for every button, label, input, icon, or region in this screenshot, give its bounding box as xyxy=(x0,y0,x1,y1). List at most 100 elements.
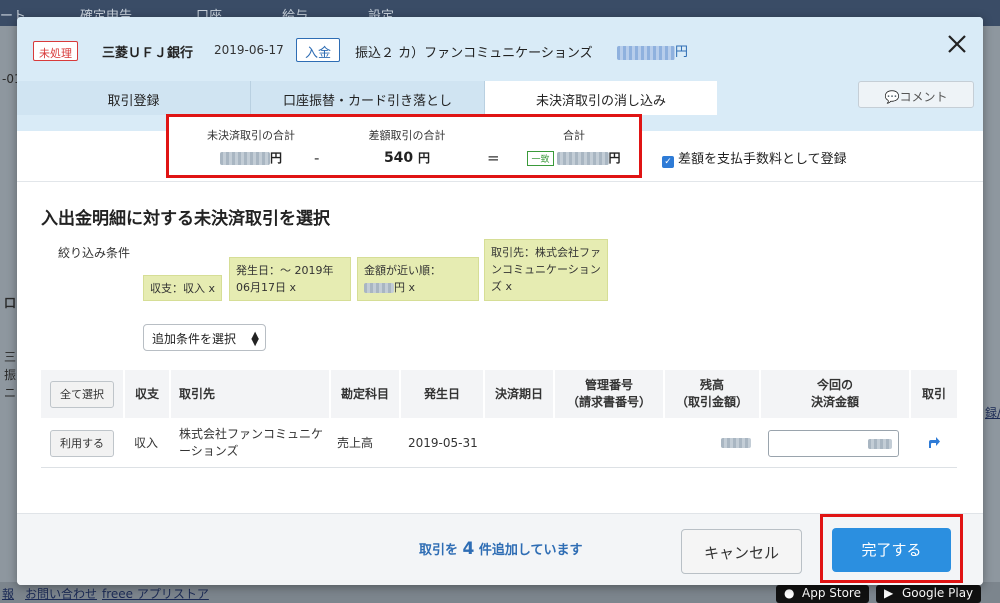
diff-total: 差額取引の合計 540 円 xyxy=(347,127,467,166)
done-highlight: 完了する xyxy=(820,514,963,583)
unsettled-total-value: 円 xyxy=(191,149,311,166)
bg-text: 口 xyxy=(4,296,17,310)
diff-total-value: 540 円 xyxy=(347,149,467,166)
deposit-badge: 入金 xyxy=(296,38,341,62)
footer-link-appstore[interactable]: freee アプリストア xyxy=(102,585,209,602)
add-condition-label: 追加条件を選択 xyxy=(152,332,237,346)
app-store-badge[interactable]: ● App Store xyxy=(776,585,869,603)
filter-chip-amount-value: 円 x xyxy=(364,279,472,296)
play-icon: ▶ xyxy=(884,586,894,600)
comment-label: コメント xyxy=(899,90,948,104)
tab-reconcile[interactable]: 未決済取引の消し込み xyxy=(485,81,717,115)
unsettled-total-label: 未決済取引の合計 xyxy=(207,129,295,142)
cancel-button[interactable]: キャンセル xyxy=(681,529,802,574)
fee-checkbox-label: 差額を支払手数料として登録 xyxy=(678,152,847,167)
cell-partner: 株式会社ファンコミュニケーションズ xyxy=(179,427,324,458)
footer-link-contact[interactable]: お問い合わせ xyxy=(25,585,97,602)
sort-arrows-icon-down: ▼ xyxy=(251,337,259,348)
done-button[interactable]: 完了する xyxy=(832,528,951,572)
diff-total-label: 差額取引の合計 xyxy=(368,129,446,142)
filter-chip-amount-label: 金額が近い順： xyxy=(364,264,441,277)
redacted-amount xyxy=(219,151,270,165)
amount-unit: 円 xyxy=(675,45,689,60)
cell-balance xyxy=(721,418,751,468)
fee-checkbox[interactable]: ✓ 差額を支払手数料として登録 xyxy=(662,148,847,168)
cell-payment xyxy=(768,418,899,468)
bg-text: 振 xyxy=(4,368,17,382)
payment-amount-input[interactable] xyxy=(768,429,899,457)
cell-use: 利用する xyxy=(50,418,114,468)
match-badge: 一致 xyxy=(527,150,554,166)
filter-chip-partner[interactable]: 取引先：株式会社ファンコミュニケーションズ x xyxy=(484,239,608,301)
header-account: 勘定科目 xyxy=(331,370,401,418)
grand-total: 合計 一致 円 xyxy=(514,127,634,166)
check-icon[interactable]: ✓ xyxy=(662,156,674,168)
transaction-date: 2019-06-17 xyxy=(214,43,284,57)
redacted-amount xyxy=(556,151,609,165)
header-transaction: 取引 xyxy=(921,386,946,401)
redacted-amount xyxy=(868,438,892,449)
use-button[interactable]: 利用する xyxy=(50,429,114,457)
open-transaction-icon[interactable] xyxy=(927,436,941,450)
diff-amount: 540 xyxy=(383,150,414,166)
redacted-amount xyxy=(721,438,751,448)
cell-type: 収入 xyxy=(134,435,159,450)
filter-chip-type[interactable]: 収支：収入 x xyxy=(143,275,223,301)
google-play-label: Google Play xyxy=(902,586,974,600)
reconcile-modal: 未処理 三菱ＵＦＪ銀行 2019-06-17 入金 振込２ カ）ファンコミュニケ… xyxy=(17,17,983,585)
comment-icon: 💬 xyxy=(884,90,900,104)
bg-link[interactable]: 録/ xyxy=(985,404,1000,421)
yen-unit: 円 xyxy=(269,151,282,165)
close-icon xyxy=(948,35,966,53)
add-condition-select[interactable]: 追加条件を選択 ▲ ▼ xyxy=(143,324,266,351)
unsettled-total: 未決済取引の合計 円 xyxy=(191,127,311,166)
apple-icon: ● xyxy=(784,586,795,600)
grand-total-label: 合計 xyxy=(563,129,585,142)
yen-unit: 円 xyxy=(608,151,621,165)
added-count: 4 xyxy=(462,539,475,559)
cell-account: 売上高 xyxy=(337,435,374,450)
summary-box: 未決済取引の合計 円 - 差額取引の合計 540 円 = 合計 一致 円 xyxy=(166,114,642,178)
bg-text: ニ xyxy=(4,386,17,400)
modal-footer: 取引を 4 件追加しています キャンセル 完了する xyxy=(17,513,983,585)
section-title: 入出金明細に対する未決済取引を選択 xyxy=(41,209,330,229)
equals-sign: = xyxy=(487,149,500,167)
app-store-label: App Store xyxy=(802,586,861,600)
tab-auto-debit[interactable]: 口座振替・カード引き落とし xyxy=(251,81,485,115)
google-play-badge[interactable]: ▶ Google Play xyxy=(876,585,982,603)
added-suffix: 件追加しています xyxy=(474,543,583,558)
bank-name: 三菱ＵＦＪ銀行 xyxy=(102,46,194,61)
filter-chip-amount-suffix: 円 x xyxy=(394,281,416,294)
footer-link[interactable]: 報 xyxy=(2,585,14,602)
select-all-button[interactable]: 全て選択 xyxy=(50,380,114,408)
added-prefix: 取引を xyxy=(419,543,463,558)
header-number: 管理番号 （請求書番号） xyxy=(555,370,665,418)
table-row: 利用する 収入 株式会社ファンコミュニケーションズ 売上高 2019-05-31 xyxy=(41,418,957,468)
tab-register[interactable]: 取引登録 xyxy=(17,81,251,115)
redacted-amount xyxy=(364,283,394,293)
cell-date: 2019-05-31 xyxy=(408,435,478,450)
comment-button[interactable]: 💬コメント xyxy=(858,81,974,108)
added-count-text: 取引を 4 件追加しています xyxy=(419,539,583,559)
cell-transaction xyxy=(927,418,941,468)
filter-chip-amount[interactable]: 金額が近い順： 円 x xyxy=(357,257,479,301)
transaction-amount: 円 xyxy=(617,41,688,60)
status-badge: 未処理 xyxy=(33,41,78,61)
bg-text: 三 xyxy=(4,350,17,364)
filter-label: 絞り込み条件 xyxy=(58,246,131,260)
header-select: 全て選択 xyxy=(41,370,125,418)
grand-total-value: 一致 円 xyxy=(514,149,634,166)
selection-section: 入出金明細に対する未決済取引を選択 絞り込み条件 収支：収入 x 発生日：〜 2… xyxy=(17,181,983,511)
filter-chip-date[interactable]: 発生日：〜 2019年06月17日 x xyxy=(229,257,351,301)
header-type: 収支 xyxy=(125,370,171,418)
header-due: 決済期日 xyxy=(485,370,555,418)
yen-unit: 円 xyxy=(418,151,431,165)
header-balance: 残高 （取引金額） xyxy=(665,370,761,418)
header-partner: 取引先 xyxy=(171,370,331,418)
minus-sign: - xyxy=(314,149,320,167)
header-date: 発生日 xyxy=(401,370,485,418)
redacted-amount xyxy=(617,45,675,60)
header-payment: 今回の 決済金額 xyxy=(761,370,911,418)
close-button[interactable] xyxy=(942,29,972,59)
table-header: 全て選択 収支 取引先 勘定科目 発生日 決済期日 管理番号 （請求書番号） 残… xyxy=(41,370,957,418)
